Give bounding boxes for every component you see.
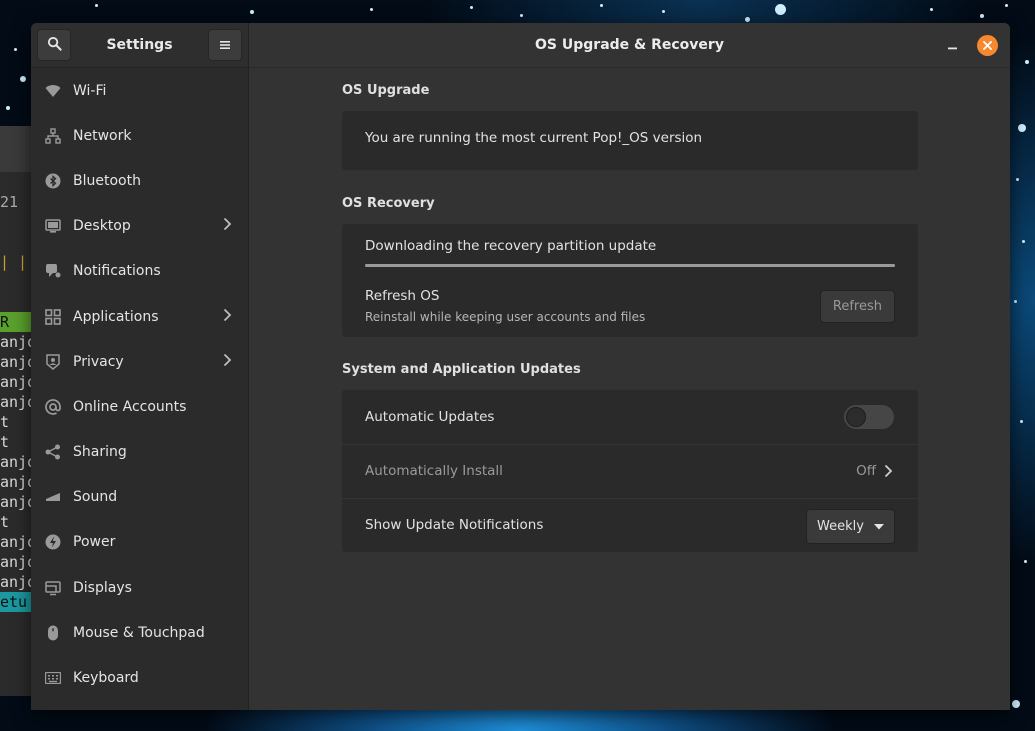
notifications-icon <box>45 263 61 279</box>
caret-down-icon <box>874 519 884 534</box>
privacy-icon <box>45 353 61 370</box>
share-icon <box>45 444 61 460</box>
close-icon <box>977 35 998 56</box>
header-bar: OS Upgrade & Recovery <box>249 23 1010 68</box>
update-notifications-label: Show Update Notifications <box>365 517 544 533</box>
sidebar-item-keyboard[interactable]: Keyboard <box>31 655 248 700</box>
settings-window: Settings Wi-Fi Network Bluetooth Desktop <box>31 23 1010 710</box>
os-upgrade-row: You are running the most current Pop!_OS… <box>342 111 918 170</box>
sidebar-item-bluetooth[interactable]: Bluetooth <box>31 158 248 203</box>
refresh-os-subtitle: Reinstall while keeping user accounts an… <box>365 310 646 324</box>
section-label-os-upgrade: OS Upgrade <box>342 83 430 98</box>
recovery-download-row: Downloading the recovery partition updat… <box>342 224 918 274</box>
sidebar-item-label: Applications <box>73 308 159 325</box>
sidebar-item-label: Sound <box>73 489 118 506</box>
sidebar-item-desktop[interactable]: Desktop <box>31 204 248 249</box>
sidebar-item-label: Privacy <box>73 353 124 370</box>
os-upgrade-card: You are running the most current Pop!_OS… <box>342 111 918 170</box>
main-panel: OS Upgrade & Recovery OS Upgrade You are… <box>249 23 1010 710</box>
sidebar-item-power[interactable]: Power <box>31 520 248 565</box>
menu-button[interactable] <box>208 29 242 61</box>
automatically-install-value: Off <box>856 463 876 479</box>
sidebar-item-displays[interactable]: Displays <box>31 565 248 610</box>
update-notifications-dropdown[interactable]: Weekly <box>806 509 895 544</box>
mouse-icon <box>45 625 61 641</box>
applications-icon <box>45 308 61 325</box>
minimize-icon <box>948 36 958 55</box>
sidebar-item-sharing[interactable]: Sharing <box>31 430 248 475</box>
automatic-updates-row: Automatic Updates <box>342 390 918 444</box>
close-button[interactable] <box>977 23 998 68</box>
power-icon <box>45 534 61 550</box>
sidebar-item-label: Displays <box>73 579 132 596</box>
recovery-progress-fill <box>365 264 895 267</box>
section-label-updates: System and Application Updates <box>342 362 581 377</box>
recovery-progress-bar <box>365 264 895 267</box>
displays-icon <box>45 580 61 596</box>
chevron-right-icon <box>223 217 232 235</box>
sidebar-item-label: Power <box>73 534 116 551</box>
automatic-updates-toggle[interactable] <box>843 404 895 430</box>
sidebar-header: Settings <box>31 23 248 68</box>
sidebar-item-notifications[interactable]: Notifications <box>31 249 248 294</box>
network-icon <box>45 128 61 144</box>
toggle-knob <box>846 407 866 427</box>
updates-card: Automatic Updates Automatically Install … <box>342 390 918 552</box>
sidebar-item-sound[interactable]: Sound <box>31 475 248 520</box>
automatically-install-label: Automatically Install <box>365 463 503 479</box>
sidebar-item-applications[interactable]: Applications <box>31 294 248 339</box>
hamburger-menu-icon <box>219 36 231 55</box>
os-upgrade-status: You are running the most current Pop!_OS… <box>365 130 703 146</box>
chevron-right-icon <box>223 308 232 326</box>
dropdown-selected-value: Weekly <box>817 519 864 534</box>
sidebar: Settings Wi-Fi Network Bluetooth Desktop <box>31 23 249 710</box>
sidebar-title: Settings <box>106 37 173 53</box>
chevron-right-icon <box>884 464 893 482</box>
search-icon <box>47 36 62 55</box>
recovery-download-status: Downloading the recovery partition updat… <box>365 238 657 254</box>
automatic-updates-label: Automatic Updates <box>365 409 495 425</box>
refresh-button[interactable]: Refresh <box>819 290 895 323</box>
sidebar-item-label: Network <box>73 127 132 144</box>
sound-icon <box>45 489 61 505</box>
sidebar-item-label: Bluetooth <box>73 172 141 189</box>
sidebar-item-label: Mouse & Touchpad <box>73 624 205 641</box>
sidebar-item-mouse-touchpad[interactable]: Mouse & Touchpad <box>31 610 248 655</box>
sidebar-item-network[interactable]: Network <box>31 113 248 158</box>
update-notifications-row: Show Update Notifications Weekly <box>342 498 918 552</box>
sidebar-item-label: Online Accounts <box>73 398 187 415</box>
chevron-right-icon <box>223 353 232 371</box>
automatically-install-row[interactable]: Automatically Install Off <box>342 444 918 498</box>
os-recovery-card: Downloading the recovery partition updat… <box>342 224 918 337</box>
wifi-icon <box>45 83 61 99</box>
bluetooth-icon <box>45 173 61 189</box>
minimize-button[interactable] <box>948 23 958 68</box>
sidebar-item-label: Keyboard <box>73 670 139 687</box>
refresh-os-title: Refresh OS <box>365 288 440 304</box>
section-label-os-recovery: OS Recovery <box>342 196 435 211</box>
sidebar-item-privacy[interactable]: Privacy <box>31 339 248 384</box>
sidebar-item-label: Sharing <box>73 444 127 461</box>
keyboard-icon <box>45 670 61 686</box>
sidebar-item-label: Notifications <box>73 263 161 280</box>
refresh-os-row: Refresh OS Reinstall while keeping user … <box>342 274 918 337</box>
sidebar-item-online-accounts[interactable]: Online Accounts <box>31 384 248 429</box>
search-button[interactable] <box>37 29 71 61</box>
desktop-icon <box>45 218 61 234</box>
sidebar-item-wifi[interactable]: Wi-Fi <box>31 68 248 113</box>
sidebar-item-label: Desktop <box>73 218 131 235</box>
sidebar-item-label: Wi-Fi <box>73 82 107 99</box>
at-sign-icon <box>45 399 61 415</box>
page-title: OS Upgrade & Recovery <box>535 37 724 53</box>
